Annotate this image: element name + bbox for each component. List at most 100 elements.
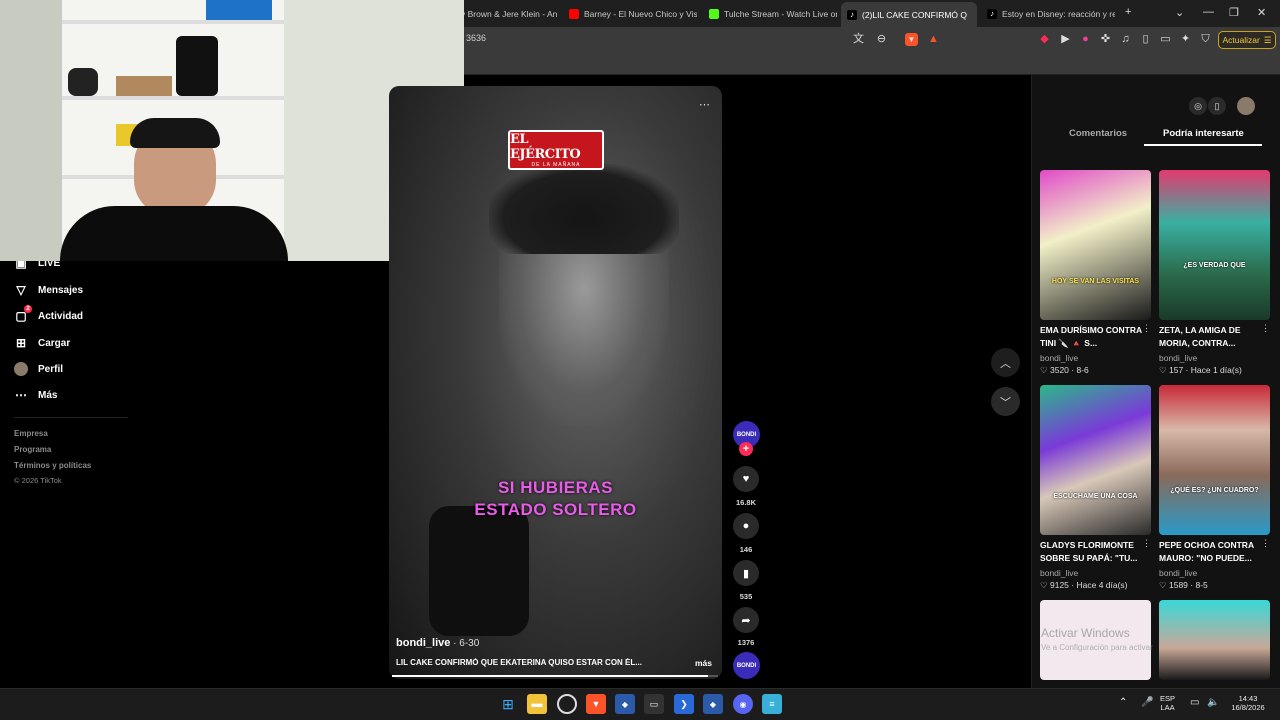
video-author[interactable]: bondi_live · 6-30: [396, 637, 479, 649]
next-video-button[interactable]: ﹀: [991, 387, 1020, 416]
minimize-icon[interactable]: —: [1203, 6, 1214, 18]
leo-ai-icon[interactable]: ✦: [1179, 33, 1192, 46]
tab-5[interactable]: ♪ Estoy en Disney: reacción y re: [981, 4, 1115, 23]
video-extension-icon[interactable]: ▶: [1059, 33, 1072, 46]
url-field[interactable]: 3636: [466, 33, 486, 43]
more-link[interactable]: más: [695, 658, 712, 668]
share-button[interactable]: ➦: [733, 607, 759, 633]
recommended-video-thumbnail[interactable]: ¿QUÉ ES? ¿UN CUADRO?: [1159, 385, 1270, 535]
extension-icon[interactable]: ◆: [1038, 33, 1051, 46]
speaker: [176, 36, 218, 96]
recommended-video-thumbnail[interactable]: ¿ES VERDAD QUE: [1159, 170, 1270, 320]
windows-start-icon[interactable]: ⊞: [498, 694, 518, 714]
footer-link-company[interactable]: Empresa: [14, 429, 48, 438]
microphone-icon[interactable]: 🎤: [1141, 697, 1153, 708]
previous-video-button[interactable]: ︿: [991, 348, 1020, 377]
update-button[interactable]: Actualizar ☰: [1218, 31, 1276, 49]
video-more-options-icon[interactable]: ⋯: [699, 98, 710, 111]
heart-icon: ♥: [742, 473, 750, 485]
extensions-puzzle-icon[interactable]: ✜: [1099, 33, 1112, 46]
tab-1[interactable]: y Brown & Jere Klein - An: [455, 4, 559, 23]
notepad-icon[interactable]: ≡: [762, 694, 782, 714]
app-icon[interactable]: ◆: [615, 694, 635, 714]
translate-icon[interactable]: 文: [852, 33, 865, 46]
recommended-video-title[interactable]: GLADYS FLORIMONTE SOBRE SU PAPÁ: "TU...: [1040, 539, 1148, 565]
sidebar-item-upload[interactable]: ⊞ Cargar: [14, 336, 70, 350]
tab-label: (2)LIL CAKE CONFIRMÓ Q: [862, 9, 968, 20]
brave-rewards-icon[interactable]: ▲: [927, 33, 940, 46]
recommended-video-thumbnail[interactable]: HOY SE VAN LAS VISITAS: [1040, 170, 1151, 320]
recommended-video-title[interactable]: ZETA, LA AMIGA DE MORIA, CONTRA...: [1159, 324, 1267, 350]
discord-icon[interactable]: ◉: [733, 694, 753, 714]
brave-icon[interactable]: ▼: [586, 694, 606, 714]
recommended-video-thumbnail[interactable]: ESCÚCHAME UNA COSA: [1040, 385, 1151, 535]
sidebar-toggle-icon[interactable]: ▯: [1139, 33, 1152, 46]
powershell-icon[interactable]: ❯: [674, 694, 694, 714]
profile-avatar-small[interactable]: [1237, 97, 1255, 115]
card-options-icon[interactable]: ⋮: [1142, 538, 1151, 549]
recommended-video-title[interactable]: PEPE OCHOA CONTRA MAURO: "NO PUEDE...: [1159, 539, 1267, 565]
card-options-icon[interactable]: ⋮: [1261, 538, 1270, 549]
chevron-down-icon[interactable]: ⌄: [1175, 6, 1184, 19]
card-author[interactable]: bondi_live: [1159, 353, 1197, 363]
sidebar-item-profile[interactable]: Perfil: [14, 362, 63, 376]
close-window-icon[interactable]: ✕: [1257, 6, 1266, 19]
like-count: 16.8K: [735, 498, 756, 507]
sound-disc[interactable]: BONDI: [733, 652, 760, 679]
video-player[interactable]: ⋯: [389, 86, 722, 679]
chrome-icon[interactable]: [557, 694, 577, 714]
tab-comments[interactable]: Comentarios: [1069, 128, 1127, 139]
clock[interactable]: 14:43 16/8/2026: [1226, 694, 1270, 712]
video-progress-bar[interactable]: [392, 675, 718, 677]
sidebar-item-messages[interactable]: ▽ Mensajes: [14, 283, 83, 297]
card-stats: ♡ 3520 · 8-6: [1040, 365, 1089, 375]
file-explorer-icon[interactable]: ▬: [527, 694, 547, 714]
card-options-icon[interactable]: ⋮: [1261, 323, 1270, 334]
volume-icon[interactable]: 🔈: [1207, 697, 1219, 708]
sidebar-item-activity[interactable]: ▢ 2 Actividad: [14, 305, 83, 323]
share-count: 1376: [737, 638, 755, 647]
terminal-icon[interactable]: ▭: [644, 694, 664, 714]
comment-button[interactable]: ●: [733, 513, 759, 539]
clock-time: 14:43: [1238, 694, 1258, 703]
thumbnail-caption: ¿ES VERDAD QUE: [1183, 262, 1246, 269]
youtube-icon: [569, 8, 579, 19]
tray-overflow-icon[interactable]: ⌃: [1119, 697, 1127, 708]
card-options-icon[interactable]: ⋮: [1142, 323, 1151, 334]
blue-box: [206, 0, 272, 20]
box: [116, 76, 172, 96]
app-icon-2[interactable]: ◆: [703, 694, 723, 714]
recommended-video-thumbnail[interactable]: [1159, 600, 1270, 680]
brave-shields-icon[interactable]: ▼: [905, 33, 918, 46]
recommended-video-thumbnail[interactable]: [1040, 600, 1151, 680]
person-shirt: [60, 206, 288, 261]
maximize-icon[interactable]: ❐: [1229, 6, 1239, 19]
language-indicator[interactable]: ESP LAA: [1160, 694, 1175, 712]
extension-2-icon[interactable]: ●: [1079, 33, 1092, 46]
save-button[interactable]: ▮: [733, 560, 759, 586]
recommended-video-title[interactable]: EMA DURÍSIMO CONTRA TINI 🔪 🔺 S...: [1040, 324, 1148, 350]
music-icon[interactable]: ♫: [1119, 33, 1132, 46]
sidebar-item-more[interactable]: ⋯ Más: [14, 388, 57, 402]
vpn-icon[interactable]: ⛉: [1199, 33, 1212, 46]
footer-link-program[interactable]: Programa: [14, 445, 51, 454]
new-tab-icon[interactable]: +: [1125, 6, 1131, 18]
footer-link-terms[interactable]: Términos y políticas: [14, 461, 91, 470]
activity-icon: ▢ 2: [14, 305, 32, 323]
card-author[interactable]: bondi_live: [1040, 568, 1078, 578]
zoom-icon[interactable]: ⊖: [875, 33, 888, 46]
tab-3[interactable]: Tulche Stream - Watch Live on: [703, 4, 837, 23]
network-icon[interactable]: ▭: [1190, 697, 1199, 708]
tab-recommended[interactable]: Podría interesarte: [1163, 128, 1244, 139]
wallet-icon[interactable]: ▭: [1159, 33, 1172, 46]
follow-button[interactable]: +: [739, 442, 753, 456]
phone-icon[interactable]: ▯: [1208, 97, 1226, 115]
comment-icon: ●: [742, 520, 750, 532]
like-button[interactable]: ♥: [733, 466, 759, 492]
tab-active[interactable]: ♪ (2)LIL CAKE CONFIRMÓ Q ✕: [841, 2, 977, 27]
compass-icon[interactable]: ◎: [1189, 97, 1207, 115]
card-author[interactable]: bondi_live: [1040, 353, 1078, 363]
card-author[interactable]: bondi_live: [1159, 568, 1197, 578]
tab-2[interactable]: Barney - El Nuevo Chico y Vis: [563, 4, 697, 23]
active-tab-indicator: [1144, 144, 1262, 146]
